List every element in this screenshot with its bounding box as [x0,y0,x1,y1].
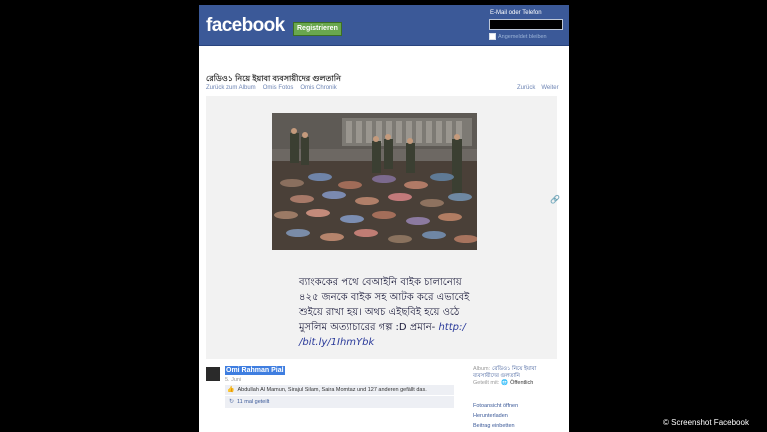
download-link[interactable]: Herunterladen [473,411,518,421]
shares-summary: ↻ 11 mal geteilt [225,396,454,408]
album-name-link-cont[interactable]: ব্যবসায়ীদের গুলতানি [473,373,536,380]
photo-actions: Fotoansicht öffnen Herunterladen Beitrag… [473,401,518,431]
back-to-album-link[interactable]: Zurück zum Album [206,85,256,91]
caption-line: ব্যাংককের পথে বেআইনি বাইক চালানোয় [299,277,462,288]
author-name[interactable]: Omi Rahman Pial [225,366,285,375]
previous-link[interactable]: Zurück [517,85,535,91]
photo-illustration [272,113,478,250]
caption-line: মুসলিম অত্যাচারের গল্প :D প্রমান- http:/ [299,322,466,333]
caption-link-part[interactable]: http:/ [438,322,465,333]
open-photo-view-link[interactable]: Fotoansicht öffnen [473,401,518,411]
login-email-field[interactable] [489,19,563,30]
album-links: Zurück zum Album Omis Fotos Omis Chronik [206,85,337,91]
photo-image[interactable] [272,113,478,250]
photo-navigation: Zurück Weiter [517,85,559,91]
thumbs-up-icon: 👍 [227,387,235,393]
facebook-page: facebook Registrieren E-Mail oder Telefo… [199,5,569,432]
image-credit: © Screenshot Facebook [663,418,749,427]
photo-viewer: 🔗 ব্যাংককের পথে বেআইনি বাইক চালানোয় ৪২৫… [206,96,560,359]
omis-timeline-link[interactable]: Omis Chronik [300,85,336,91]
shared-with-label: Geteilt mit: [473,380,500,386]
link-icon[interactable]: 🔗 [550,195,560,204]
shares-text[interactable]: 11 mal geteilt [237,396,269,408]
login-email-label: E-Mail oder Telefon [490,10,542,16]
likes-text[interactable]: Abdullah Al Mamun, Sirajul Silam, Saira … [237,385,426,395]
share-icon: ↻ [229,399,235,405]
photo-caption: ব্যাংককের পথে বেআইনি বাইক চালানোয় ৪২৫ জ… [299,275,489,350]
photo-info: Album: রেডিও১ নিয়ে ইয়াবা ব্যবসায়ীদের গ… [473,366,536,387]
next-link[interactable]: Weiter [541,85,558,91]
likes-summary: 👍 Abdullah Al Mamun, Sirajul Silam, Sair… [225,385,454,395]
register-button[interactable]: Registrieren [293,22,342,36]
caption-line: ৪২৫ জনকে বাইক সহ আটক করে এভাবেই [299,292,470,303]
facebook-logo[interactable]: facebook [206,15,285,37]
remember-me[interactable]: Angemeldet bleiben [489,33,547,40]
globe-icon: 🌐 [501,380,509,386]
caption-line: শুইয়ে রাখা হয়। অথচ এইছবিই হয়ে ওঠে [299,307,460,318]
omis-photos-link[interactable]: Omis Fotos [263,85,294,91]
caption-link[interactable]: /bit.ly/1IhmYbk [299,335,489,350]
post-date[interactable]: 5. Juni [225,377,241,383]
audience-value: Öffentlich [510,380,534,386]
album-name-link[interactable]: রেডিও১ নিয়ে ইয়াবা [492,366,536,373]
album-label: Album: [473,366,491,372]
remember-checkbox[interactable] [489,33,496,40]
embed-post-link[interactable]: Beitrag einbetten [473,421,518,431]
remember-label: Angemeldet bleiben [498,33,547,40]
avatar[interactable] [206,367,220,381]
top-header: facebook Registrieren E-Mail oder Telefo… [199,5,569,46]
